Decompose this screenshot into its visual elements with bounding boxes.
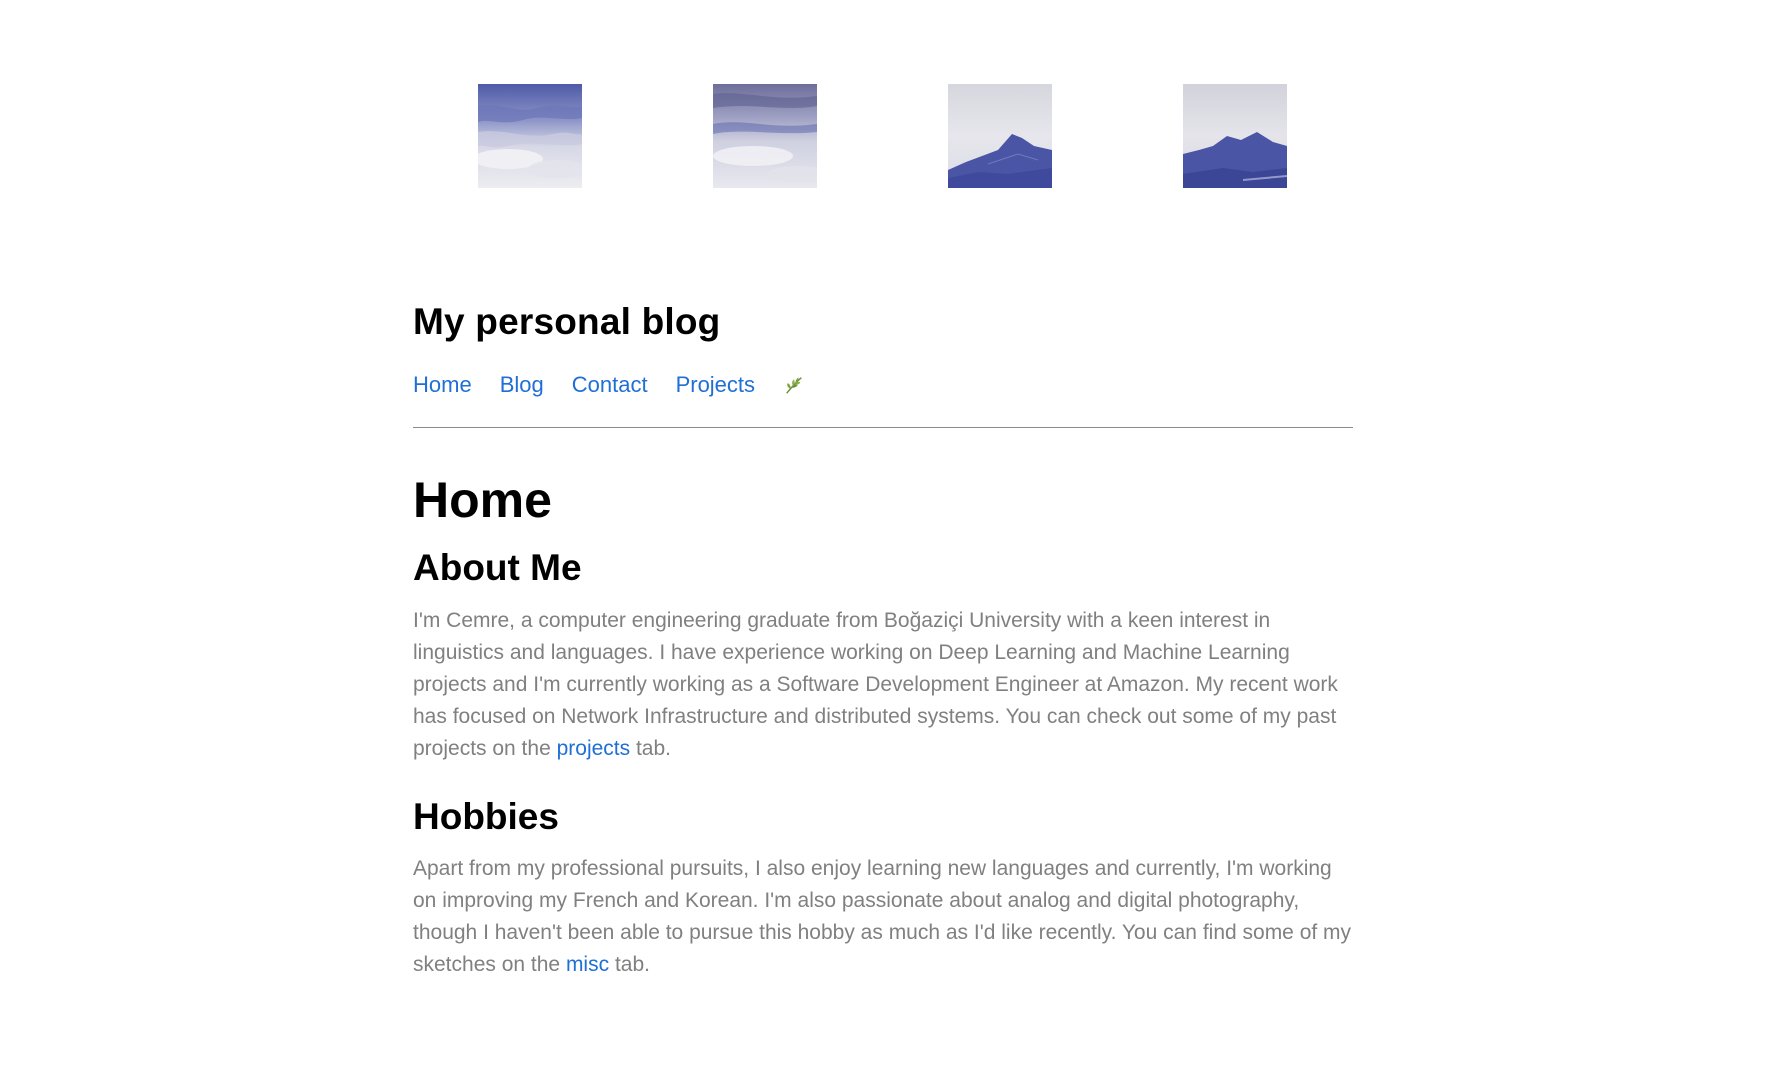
header-image-sky-2[interactable]: [713, 84, 817, 188]
about-paragraph: I'm Cemre, a computer engineering gradua…: [413, 605, 1353, 765]
blue-mountains-image: [948, 84, 1052, 188]
misc-link[interactable]: misc: [566, 953, 609, 976]
blue-mountains-image: [1183, 84, 1287, 188]
main-content: My personal blog Home Blog Contact Proje…: [413, 300, 1353, 981]
about-text: I'm Cemre, a computer engineering gradua…: [413, 608, 1338, 760]
site-title: My personal blog: [413, 301, 721, 342]
header-image-mountains-2[interactable]: [1183, 84, 1287, 188]
projects-link[interactable]: projects: [557, 737, 631, 760]
hobbies-paragraph: Apart from my professional pursuits, I a…: [413, 853, 1353, 981]
top-nav: Home Blog Contact Projects: [413, 374, 1353, 396]
page-title: Home: [413, 472, 552, 529]
sky-clouds-image: [713, 84, 817, 188]
hobbies-text: Apart from my professional pursuits, I a…: [413, 857, 1352, 977]
hobbies-text-end: tab.: [609, 953, 650, 977]
nav-link-projects[interactable]: Projects: [676, 374, 755, 396]
nav-link-home[interactable]: Home: [413, 374, 472, 396]
header-image-mountains-1[interactable]: [948, 84, 1052, 188]
sky-clouds-image: [478, 84, 582, 188]
about-heading: About Me: [413, 547, 582, 589]
header-image-row: [0, 84, 1770, 188]
hobbies-heading: Hobbies: [413, 795, 559, 837]
header-divider: [413, 427, 1353, 429]
about-text-end: tab.: [630, 736, 671, 760]
nav-link-contact[interactable]: Contact: [572, 374, 648, 396]
header-image-sky-1[interactable]: [478, 84, 582, 188]
leaf-icon[interactable]: [783, 374, 805, 396]
nav-link-blog[interactable]: Blog: [500, 374, 544, 396]
